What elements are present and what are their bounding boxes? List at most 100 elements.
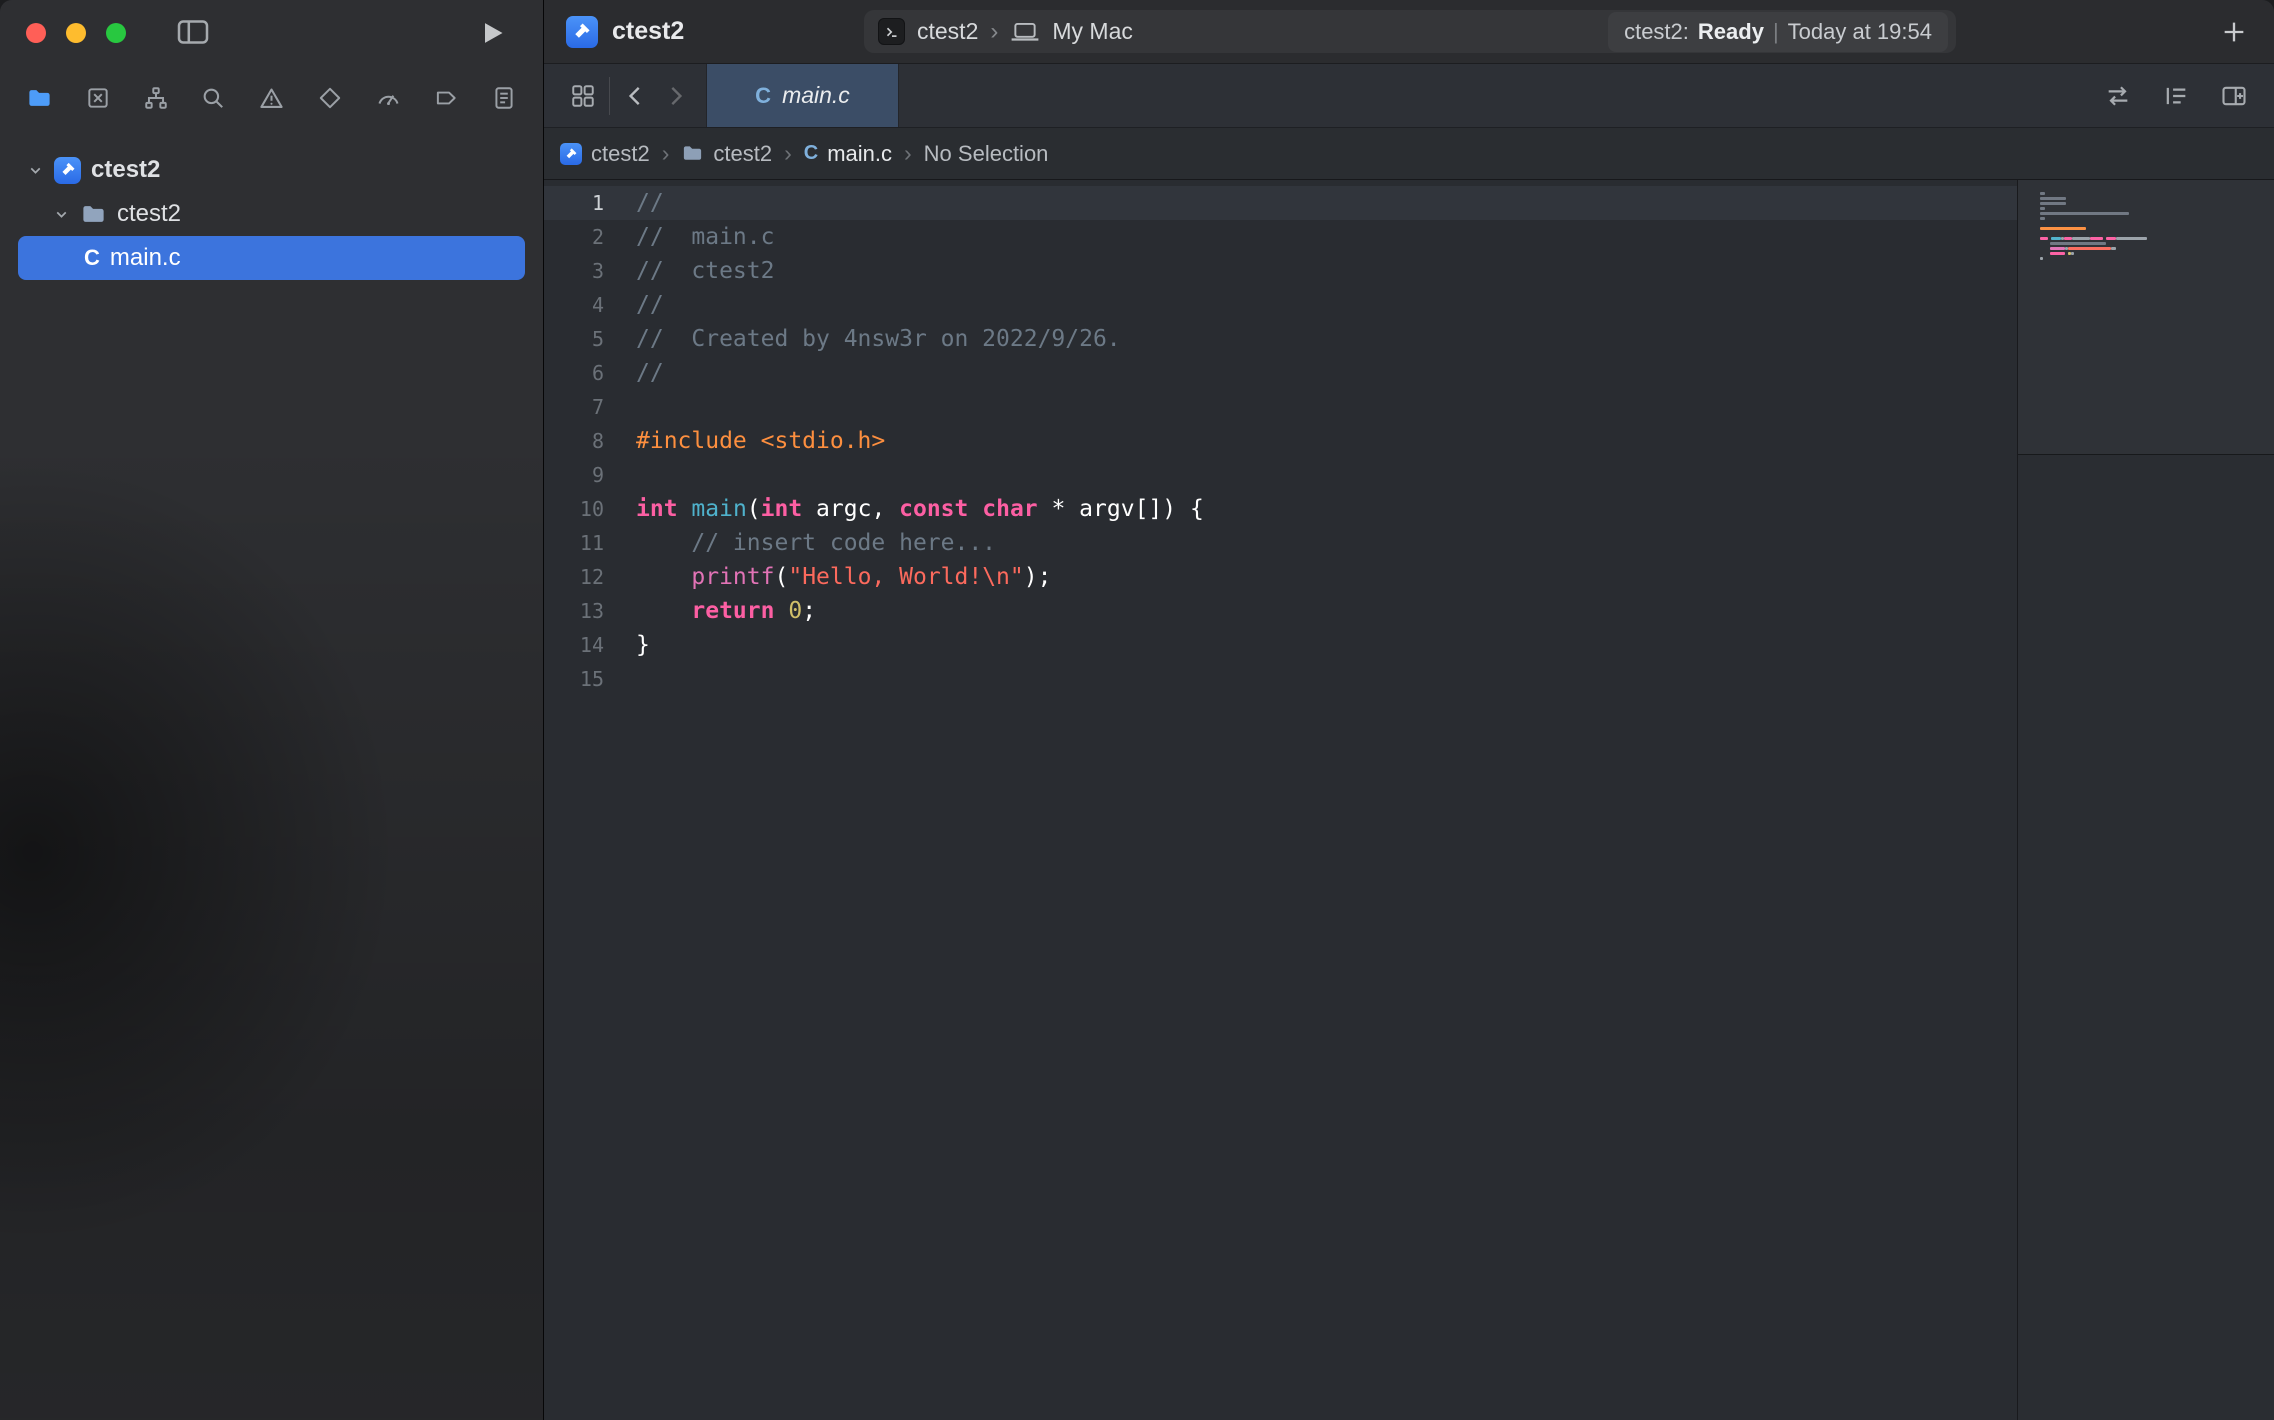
toggle-sidebar-button[interactable] <box>176 18 210 46</box>
line-number: 14 <box>544 628 614 662</box>
code-text: // <box>614 288 2017 322</box>
minimap-line <box>2040 252 2260 255</box>
scheme-selector[interactable]: ctest2 › My Mac <box>878 18 1133 46</box>
breadcrumb-selection[interactable]: No Selection <box>924 141 1049 167</box>
code-text: return 0; <box>614 594 2017 628</box>
report-document-icon <box>491 85 517 111</box>
project-navigator-icon <box>26 85 53 112</box>
run-button[interactable] <box>478 19 506 47</box>
add-editor-button[interactable] <box>2220 82 2248 110</box>
project-navigator-tree: ctest2 ctest2 C main.c <box>0 148 543 280</box>
code-line[interactable]: 15 <box>544 662 2017 696</box>
zoom-button[interactable] <box>106 23 126 43</box>
disclosure-chevron-icon[interactable] <box>22 162 48 179</box>
main-area: ctest2 ctest2 › My Mac ctest2: Ready <box>544 0 2274 1420</box>
tree-item-label: ctest2 <box>91 156 160 184</box>
navigator-tab-project[interactable] <box>26 85 53 112</box>
line-number: 13 <box>544 594 614 628</box>
chevron-right-icon: › <box>784 140 792 167</box>
tab-overview-button[interactable] <box>570 83 596 109</box>
breadcrumb-group[interactable]: ctest2 <box>681 141 772 167</box>
code-line[interactable]: 11 // insert code here... <box>544 526 2017 560</box>
navigator-tab-find[interactable] <box>200 85 226 111</box>
xcode-project-icon <box>560 143 582 165</box>
breadcrumb-file[interactable]: C main.c <box>804 141 892 167</box>
code-line[interactable]: 2// main.c <box>544 220 2017 254</box>
code-text: // insert code here... <box>614 526 2017 560</box>
close-button[interactable] <box>26 23 46 43</box>
tree-item-main-c[interactable]: C main.c <box>18 236 525 280</box>
code-line[interactable]: 12 printf("Hello, World!\n"); <box>544 560 2017 594</box>
minimap-line <box>2040 247 2260 250</box>
navigator-tab-reports[interactable] <box>491 85 517 111</box>
navigator-tab-breakpoints[interactable] <box>433 85 459 111</box>
code-line[interactable]: 3// ctest2 <box>544 254 2017 288</box>
code-line[interactable]: 9 <box>544 458 2017 492</box>
code-text: // main.c <box>614 220 2017 254</box>
breadcrumb-label: ctest2 <box>713 141 772 167</box>
split-editor-plus-icon <box>2220 82 2248 110</box>
minimap[interactable] <box>2017 180 2274 1420</box>
adjust-editor-options-button[interactable] <box>2162 82 2190 110</box>
line-number: 2 <box>544 220 614 254</box>
line-number: 1 <box>544 186 614 220</box>
minimap-line <box>2040 207 2260 210</box>
divider <box>609 77 610 115</box>
c-file-icon: C <box>804 142 818 165</box>
plus-icon <box>2220 18 2248 46</box>
code-line[interactable]: 14} <box>544 628 2017 662</box>
code-line[interactable]: 7 <box>544 390 2017 424</box>
c-file-icon: C <box>755 83 771 109</box>
window-title: ctest2 <box>612 17 684 46</box>
navigator-sidebar: ctest2 ctest2 C main.c <box>0 0 544 1420</box>
code-text: // <box>614 186 2017 220</box>
code-line[interactable]: 1// <box>544 186 2017 220</box>
symbol-navigator-icon <box>143 85 169 111</box>
code-text: // Created by 4nsw3r on 2022/9/26. <box>614 322 2017 356</box>
navigator-tab-tests[interactable] <box>317 85 343 111</box>
code-review-button[interactable] <box>2104 82 2132 110</box>
code-line[interactable]: 6// <box>544 356 2017 390</box>
forward-button[interactable] <box>662 83 688 109</box>
tab-main-c[interactable]: C main.c <box>706 64 899 127</box>
folder-icon <box>681 142 704 165</box>
navigator-tab-issues[interactable] <box>258 85 285 112</box>
line-number: 6 <box>544 356 614 390</box>
tree-item-project[interactable]: ctest2 <box>18 148 525 192</box>
code-text <box>614 390 2017 424</box>
code-line[interactable]: 5// Created by 4nsw3r on 2022/9/26. <box>544 322 2017 356</box>
code-text: printf("Hello, World!\n"); <box>614 560 2017 594</box>
minimize-button[interactable] <box>66 23 86 43</box>
disclosure-chevron-icon[interactable] <box>48 206 74 223</box>
code-line[interactable]: 10int main(int argc, const char * argv[]… <box>544 492 2017 526</box>
tree-item-group[interactable]: ctest2 <box>18 192 525 236</box>
navigator-tab-bar <box>0 70 543 126</box>
minimap-line <box>2040 197 2260 200</box>
source-editor[interactable]: 1//2// main.c3// ctest24//5// Created by… <box>544 180 2017 1420</box>
code-line[interactable]: 13 return 0; <box>544 594 2017 628</box>
minimap-line <box>2040 217 2260 220</box>
scheme-destination-label: My Mac <box>1052 18 1133 45</box>
navigator-tab-symbols[interactable] <box>143 85 169 111</box>
line-number: 9 <box>544 458 614 492</box>
code-line[interactable]: 4// <box>544 288 2017 322</box>
tree-item-label: main.c <box>110 244 181 272</box>
breadcrumb-label: No Selection <box>924 141 1049 167</box>
breadcrumb-label: main.c <box>827 141 892 167</box>
editor-options-icon <box>2162 82 2190 110</box>
navigator-tab-debug[interactable] <box>375 85 402 112</box>
minimap-line <box>2040 242 2260 245</box>
breadcrumb-project[interactable]: ctest2 <box>560 141 650 167</box>
back-button[interactable] <box>623 83 649 109</box>
line-number: 8 <box>544 424 614 458</box>
line-number: 11 <box>544 526 614 560</box>
toolbar: ctest2 ctest2 › My Mac ctest2: Ready <box>544 0 2274 64</box>
line-number: 7 <box>544 390 614 424</box>
sidebar-toggle-icon <box>176 18 210 46</box>
navigator-tab-source-control[interactable] <box>85 85 111 111</box>
new-tab-button[interactable] <box>2220 18 2248 46</box>
search-icon <box>200 85 226 111</box>
line-number: 5 <box>544 322 614 356</box>
minimap-line <box>2040 212 2260 215</box>
code-line[interactable]: 8#include <stdio.h> <box>544 424 2017 458</box>
